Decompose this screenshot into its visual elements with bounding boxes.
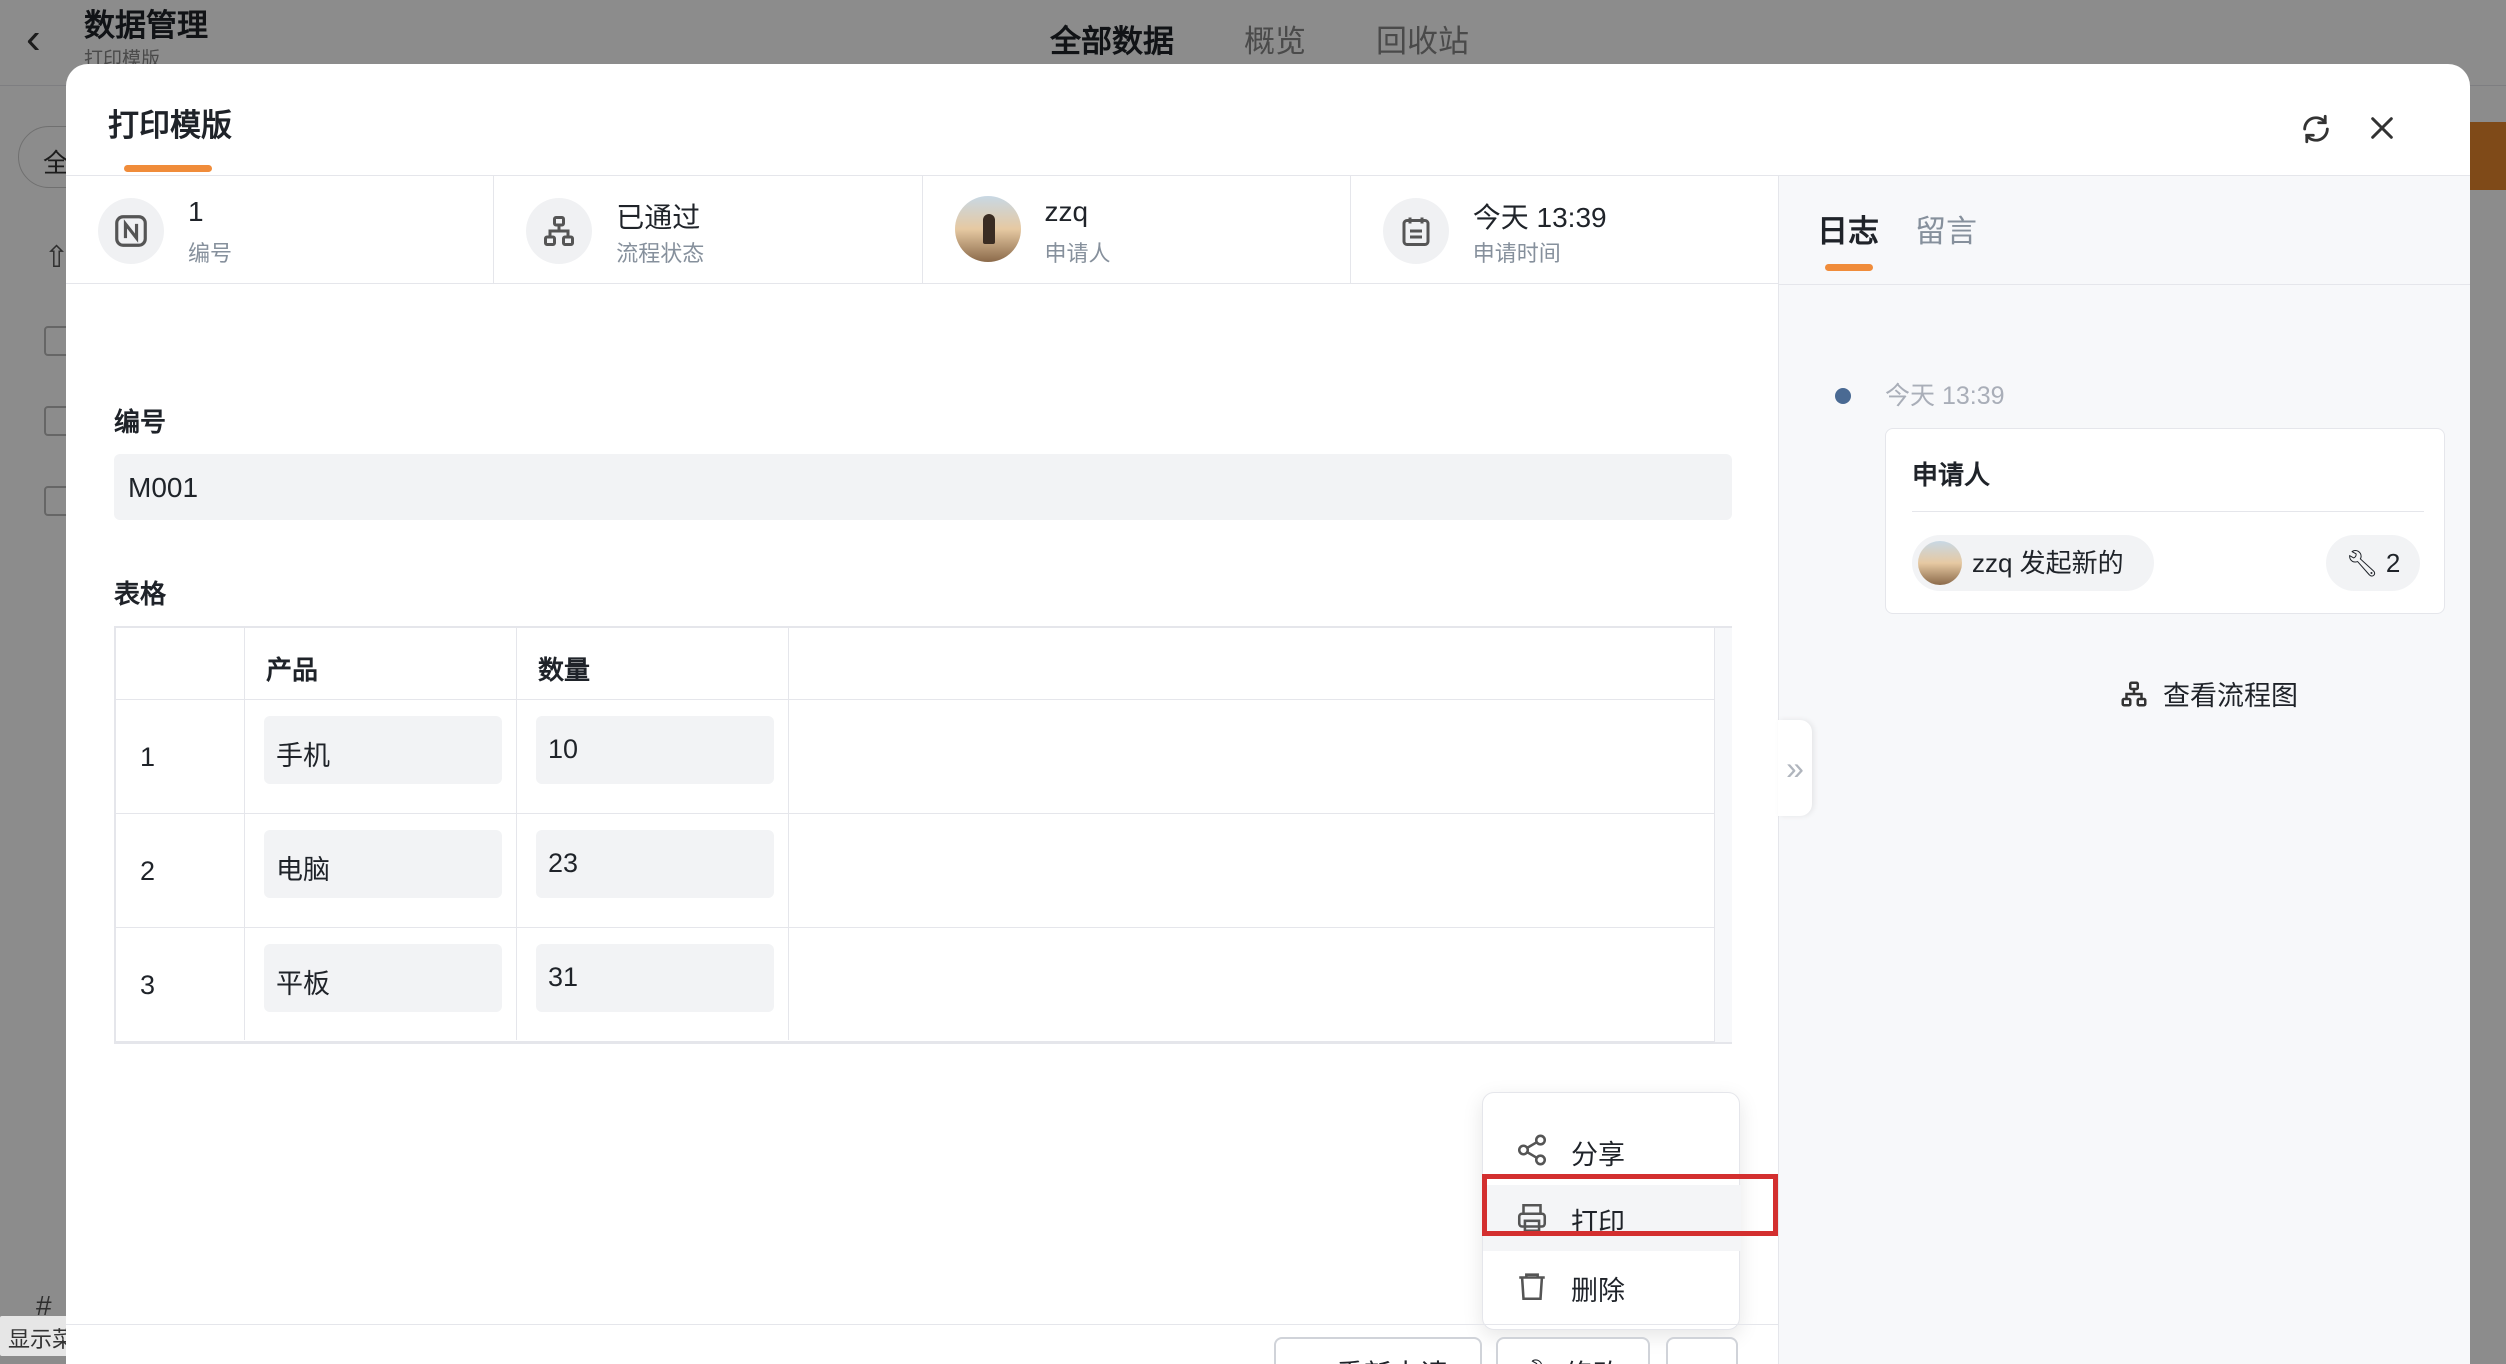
info-label: 申请人	[1044, 241, 1111, 266]
view-flowchart-link[interactable]: 查看流程图	[2119, 674, 2298, 713]
field-number-value[interactable]: M001	[114, 454, 1732, 520]
record-detail: 1 编号 已通过 流程状态 zzq 申请人 今天 13:39 申请时间 编号 M…	[66, 176, 1778, 1364]
count-badge: 🔧︎ 2	[2326, 535, 2420, 591]
modal-footer: ➤ 重新申请 🔧︎ 修改 ···	[66, 1324, 1778, 1364]
flow-icon	[2121, 681, 2147, 706]
info-value: 1	[188, 196, 204, 227]
flow-icon	[526, 198, 593, 264]
trash-icon	[1519, 1273, 1545, 1301]
row-index: 1	[140, 742, 156, 772]
log-time: 今天 13:39	[1885, 382, 2005, 410]
table-scrollbar[interactable]	[1714, 628, 1732, 1042]
quantity-cell[interactable]: 31	[536, 944, 774, 1012]
wrench-icon: 🔧︎	[1525, 1357, 1561, 1364]
info-applicant: zzq 申请人	[923, 176, 1351, 284]
send-icon: ➤	[1308, 1357, 1331, 1364]
more-icon: ···	[1688, 1357, 1716, 1364]
row-index: 2	[140, 856, 156, 886]
calendar-icon	[1382, 198, 1449, 264]
button-label: 重新申请	[1336, 1353, 1448, 1364]
panel-collapse-toggle[interactable]: »	[1778, 720, 1812, 816]
table-row: 3 平板 31	[116, 928, 1714, 1042]
tab-divider	[1779, 284, 2470, 285]
avatar	[954, 196, 1021, 262]
column-header-quantity: 数量	[538, 655, 591, 685]
user-action-text: zzq 发起新的	[1972, 548, 2124, 578]
info-number: 1 编号	[66, 176, 495, 284]
info-time: 今天 13:39 申请时间	[1351, 176, 1778, 284]
tab-underline	[1825, 264, 1873, 271]
refresh-icon[interactable]	[2296, 112, 2336, 152]
table-row: 1 手机 10	[116, 700, 1714, 814]
info-value: 今天 13:39	[1472, 202, 1607, 233]
record-modal: 打印模版 1 编号 已通过 流程状态 zzq 申请人 今天 13:39 申请时间…	[66, 64, 2470, 1364]
tab-comments[interactable]: 留言	[1915, 206, 1977, 251]
highlight-box	[1482, 1174, 1778, 1236]
column-header-product: 产品	[266, 655, 319, 685]
avatar	[1918, 541, 1962, 585]
log-card: 申请人 zzq 发起新的 🔧︎ 2	[1885, 428, 2445, 614]
timeline-dot	[1835, 388, 1851, 404]
menu-item-label: 分享	[1571, 1140, 1625, 1170]
side-panel: 日志 留言 今天 13:39 申请人 zzq 发起新的 🔧︎ 2 查看流程图	[1778, 176, 2470, 1364]
resubmit-button[interactable]: ➤ 重新申请	[1274, 1337, 1482, 1364]
close-icon[interactable]	[2362, 112, 2402, 152]
number-icon	[98, 198, 164, 264]
field-number-label: 编号	[114, 407, 167, 437]
log-card-title: 申请人	[1912, 460, 1991, 490]
more-button[interactable]: ···	[1666, 1337, 1738, 1364]
info-status: 已通过 流程状态	[494, 176, 923, 284]
quantity-cell[interactable]: 23	[536, 830, 774, 898]
edit-button[interactable]: 🔧︎ 修改	[1496, 1337, 1650, 1364]
modal-title: 打印模版	[108, 108, 232, 143]
product-table: 产品 数量 1 手机 10 2 电脑 23 3 平板 31	[114, 626, 1732, 1044]
menu-item-label: 删除	[1571, 1276, 1625, 1306]
row-index: 3	[140, 970, 156, 1000]
modal-header: 打印模版	[66, 64, 2470, 176]
divider	[1912, 511, 2424, 512]
info-label: 编号	[188, 241, 233, 266]
title-underline	[124, 165, 212, 172]
share-icon	[1517, 1134, 1547, 1166]
table-label: 表格	[114, 579, 167, 609]
table-row: 2 电脑 23	[116, 814, 1714, 928]
tab-log[interactable]: 日志	[1817, 206, 1879, 251]
product-cell[interactable]: 平板	[264, 944, 502, 1012]
info-label: 流程状态	[616, 241, 705, 266]
info-value: zzq	[1044, 196, 1089, 227]
quantity-cell[interactable]: 10	[536, 716, 774, 784]
user-action-pill: zzq 发起新的	[1912, 535, 2154, 591]
flow-link-label: 查看流程图	[2163, 681, 2298, 711]
product-cell[interactable]: 电脑	[264, 830, 502, 898]
count-value: 2	[2385, 548, 2401, 578]
info-bar: 1 编号 已通过 流程状态 zzq 申请人 今天 13:39 申请时间	[66, 176, 1778, 284]
wrench-icon: 🔧︎	[2345, 548, 2379, 578]
table-header: 产品 数量	[116, 628, 1714, 700]
info-label: 申请时间	[1472, 241, 1561, 266]
product-cell[interactable]: 手机	[264, 716, 502, 784]
menu-item-delete[interactable]: 删除	[1483, 1253, 1741, 1319]
info-value: 已通过	[616, 202, 701, 233]
button-label: 修改	[1565, 1353, 1621, 1364]
